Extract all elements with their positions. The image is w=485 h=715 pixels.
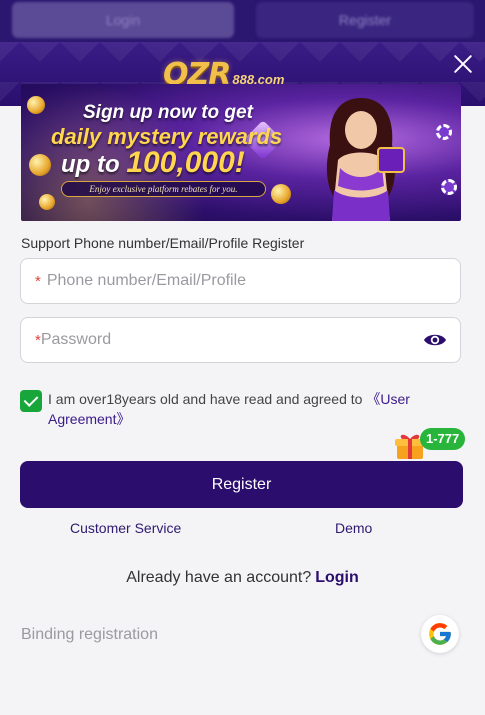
banner-line-1: Sign up now to get <box>83 102 253 123</box>
agree-checkbox[interactable] <box>20 390 42 412</box>
google-icon <box>429 623 451 645</box>
banner-line-3: up to 100,000! <box>61 146 245 179</box>
login-link[interactable]: Login <box>315 569 359 586</box>
gift-badge: 1-777 <box>420 428 466 450</box>
required-mark: * <box>35 272 41 290</box>
background-login-button: Login <box>12 2 234 38</box>
login-prompt: Already have an account? Login <box>126 569 359 586</box>
support-label: Support Phone number/Email/Profile Regis… <box>21 235 305 251</box>
eye-icon[interactable] <box>423 332 447 348</box>
banner-character-image <box>326 98 405 221</box>
agreement-text: I am over18years old and have read and a… <box>48 391 410 427</box>
account-input[interactable] <box>46 272 407 290</box>
binding-registration-label: Binding registration <box>21 626 158 643</box>
google-login-button[interactable] <box>421 615 459 653</box>
password-field[interactable]: * <box>20 317 461 363</box>
banner-line-4: Enjoy exclusive platform rebates for you… <box>61 181 266 197</box>
agreement-row: I am over18years old and have read and a… <box>20 389 460 429</box>
account-field[interactable]: * <box>20 258 461 304</box>
promo-banner[interactable]: Sign up now to get daily mystery rewards… <box>21 84 461 221</box>
password-input[interactable] <box>40 331 401 349</box>
customer-service-link[interactable]: Customer Service <box>70 520 181 536</box>
demo-link[interactable]: Demo <box>335 520 372 536</box>
register-button[interactable]: Register <box>20 461 463 508</box>
close-icon[interactable] <box>451 52 475 76</box>
background-page: Login Register <box>0 0 485 42</box>
background-register-button: Register <box>256 2 474 38</box>
